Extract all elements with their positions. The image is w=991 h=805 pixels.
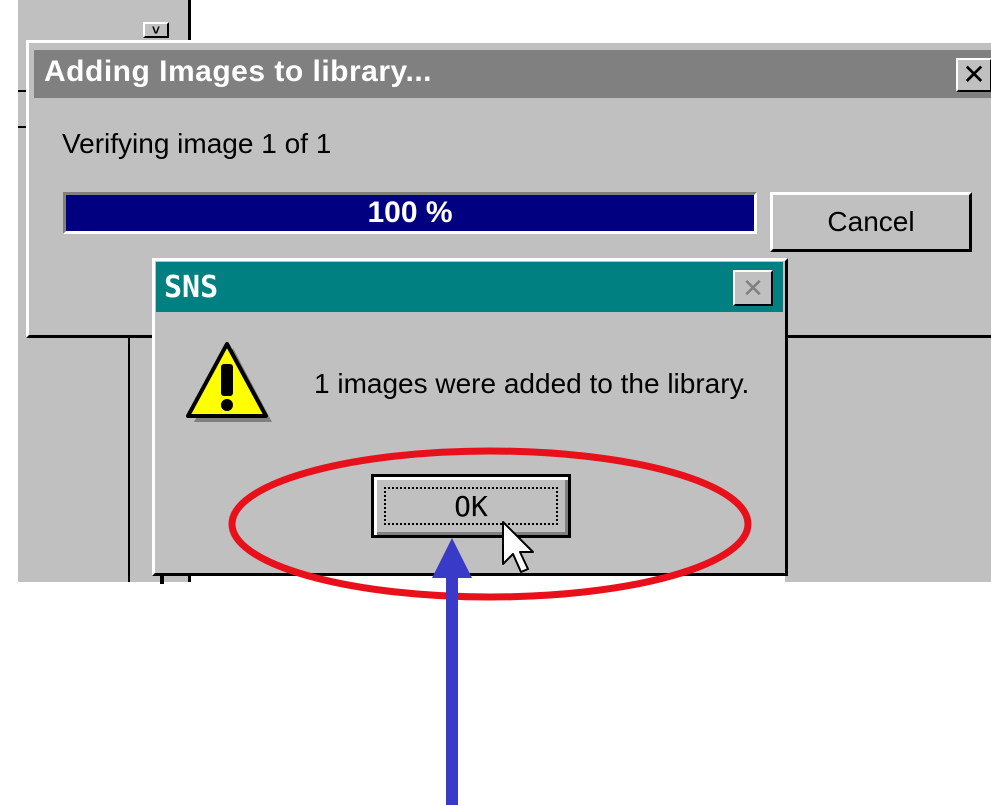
background-window-right [785, 338, 991, 582]
message-box-title: SNS [164, 270, 219, 305]
chevron-down-icon[interactable]: ˅ [143, 22, 169, 38]
progress-percent-label: 100 % [367, 196, 453, 229]
message-text: 1 images were added to the library. [314, 368, 750, 399]
progress-status-text: Verifying image 1 of 1 [62, 128, 332, 159]
progress-bar: 100 % [63, 192, 757, 234]
message-box-close-button[interactable]: ✕ [733, 270, 773, 306]
warning-icon [186, 342, 272, 422]
message-box-titlebar [156, 262, 783, 312]
ok-button[interactable]: OK [371, 474, 571, 538]
cancel-button[interactable]: Cancel [770, 192, 972, 252]
ok-button-label: OK [454, 489, 488, 523]
progress-dialog-title: Adding Images to library... [44, 55, 433, 88]
progress-dialog-close-button[interactable]: ✕ [956, 58, 991, 92]
divider [128, 338, 130, 582]
